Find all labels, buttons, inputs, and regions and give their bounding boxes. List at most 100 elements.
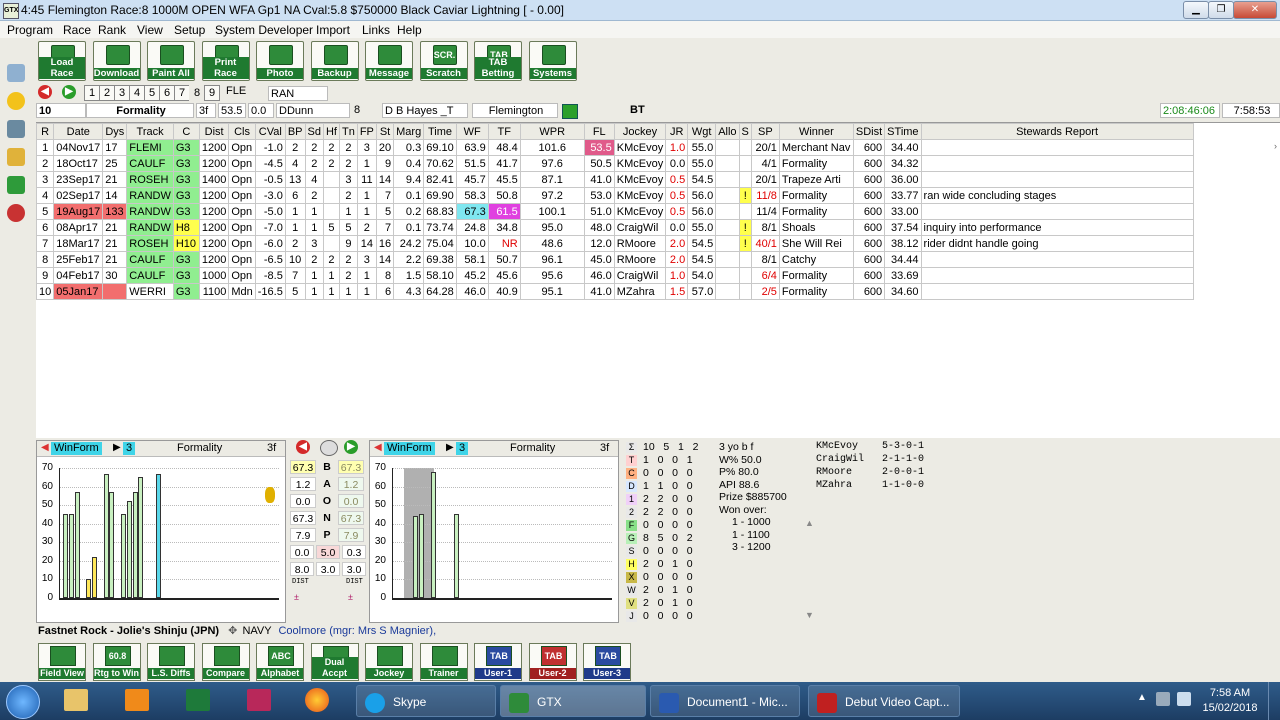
close-button[interactable]: ✕ [1233,1,1277,19]
taskbar-item[interactable]: GTX [500,685,646,717]
compare-prev-icon[interactable]: ◀ [296,440,310,454]
table-row[interactable]: 10 05Jan17 WERRI G3 1100 Mdn -16.5 5 1 1 1 1 6 4.3 64.… [35,283,1194,300]
load-race-button[interactable]: Load Race [38,41,86,81]
race-tab-5[interactable]: 5 [144,85,160,101]
download-button[interactable]: Download [92,41,141,81]
tray-expand-icon[interactable]: ▲ [1137,692,1147,703]
col-header-cls[interactable]: Cls [228,123,256,140]
target-icon[interactable] [7,204,25,222]
col-header-wf[interactable]: WF [455,123,489,140]
col-header-wgt[interactable]: Wgt [687,123,717,140]
network-icon[interactable] [1156,692,1170,706]
col-header-sp[interactable]: SP [750,123,780,140]
col-header-st[interactable]: St [375,123,395,140]
message-button[interactable]: Message [365,41,413,81]
table-row[interactable]: 2 18Oct17 25 CAULF G3 1200 Opn -4.5 4 2 2 2 1 9 0.4 70.… [35,155,1194,172]
col-header-marg[interactable]: Marg [393,123,425,140]
print-race-button[interactable]: Print Race [201,41,250,81]
table-row[interactable]: 9 04Feb17 30 CAULF G3 1000 Opn -8.5 7 1 1 2 1 8 1.5 58.… [35,267,1194,284]
col-header-sd[interactable]: Sd [304,123,324,140]
compare-next-icon[interactable]: ▶ [344,440,358,454]
race-tab-7[interactable]: 7 [174,85,190,101]
table-row[interactable]: 5 19Aug17 133 RANDW G3 1200 Opn -5.0 1 1 1 1 5 0.2 68.… [35,203,1194,220]
col-header-dys[interactable]: Dys [102,123,128,140]
backup-button[interactable]: Backup [310,41,359,81]
menu-links[interactable]: Links [362,23,390,37]
col-header-track[interactable]: Track [126,123,174,140]
panel-left-next-icon[interactable]: ▶ [113,442,121,453]
menu-view[interactable]: View [137,23,163,37]
scroll-up-icon[interactable]: ▲ [805,518,814,528]
menu-help[interactable]: Help [397,23,422,37]
rtg-to-win-button[interactable]: 60.8 Rtg to Win [92,643,141,681]
trainer-button[interactable]: Trainer [419,643,468,681]
col-header-wpr[interactable]: WPR [519,123,585,140]
col-header-stewards-report[interactable]: Stewards Report [920,123,1194,140]
col-header-winner[interactable]: Winner [778,123,854,140]
table-row[interactable]: 6 08Apr17 21 RANDW H8 1200 Opn -7.0 1 1 5 5 2 7 0.1 73.… [35,219,1194,236]
race-tab-6[interactable]: 6 [159,85,175,101]
col-header-tn[interactable]: Tn [338,123,358,140]
race-tab-4[interactable]: 4 [129,85,145,101]
photo-button[interactable]: Photo [256,41,304,81]
prev-race-icon[interactable]: ◀ [38,85,52,99]
menu-setup[interactable]: Setup [174,23,205,37]
col-header-dist[interactable]: Dist [198,123,230,140]
col-header-hf[interactable]: Hf [322,123,340,140]
menu-import[interactable]: Import [316,23,350,37]
col-header-bp[interactable]: BP [284,123,306,140]
ruler-icon[interactable] [7,148,25,166]
building-icon[interactable] [7,120,25,138]
maximize-button[interactable]: ❐ [1208,1,1234,19]
alphabet-button[interactable]: ABC Alphabet [256,643,304,681]
table-row[interactable]: 8 25Feb17 21 CAULF G3 1200 Opn -6.5 10 2 2 2 3 14 2.2 6… [35,251,1194,268]
menu-program[interactable]: Program [7,23,53,37]
excel-icon[interactable] [186,689,210,711]
race-tab-1[interactable]: 1 [84,85,100,101]
col-header-allo[interactable]: Allo [715,123,740,140]
table-row[interactable]: 7 18Mar17 21 ROSEH H10 1200 Opn -6.0 2 3 9 14 16 24.2… [35,235,1194,252]
col-header-sdist[interactable]: SDist [852,123,886,140]
user-2-button[interactable]: TAB User-2 [528,643,577,681]
dual-accpt-button[interactable]: Dual Accpt [310,643,359,681]
start-button-icon[interactable] [6,685,40,719]
compare-button[interactable]: Compare [201,643,250,681]
jockey-button[interactable]: Jockey [365,643,413,681]
show-desktop-button[interactable] [1268,682,1280,720]
panel-left-tab[interactable]: WinForm [51,442,102,455]
next-race-icon[interactable]: ▶ [62,85,76,99]
race-tab-2[interactable]: 2 [99,85,115,101]
paint-all-button[interactable]: Paint All [147,41,195,81]
col-header-jr[interactable]: JR [665,123,689,140]
panel-right-next-icon[interactable]: ▶ [446,442,454,453]
col-header-jockey[interactable]: Jockey [613,123,667,140]
tools-icon[interactable] [7,64,25,82]
tab-betting-button[interactable]: TAB TAB Betting [474,41,522,81]
menu-race[interactable]: Race [63,23,91,37]
race-tab-3[interactable]: 3 [114,85,130,101]
minimize-button[interactable]: ▁ [1183,1,1209,19]
scratch-button[interactable]: SCR. Scratch [419,41,468,81]
systems-button[interactable]: Systems [528,41,577,81]
explorer-icon[interactable] [64,689,88,711]
col-header-date[interactable]: Date [53,123,104,140]
taskbar-item[interactable]: Skype [356,685,496,717]
col-header-cval[interactable]: CVal [254,123,286,140]
col-header-tf[interactable]: TF [487,123,521,140]
col-header-fl[interactable]: FL [583,123,615,140]
col-header-time[interactable]: Time [423,123,457,140]
col-header-stime[interactable]: STime [884,123,922,140]
user-1-button[interactable]: TAB User-1 [474,643,522,681]
scroll-down-icon[interactable]: ▼ [805,610,814,620]
compare-swap-icon[interactable] [320,440,338,456]
refresh-icon[interactable] [7,176,25,194]
access-icon[interactable] [247,689,271,711]
l-s-diffs-button[interactable]: L.S. Diffs [147,643,195,681]
col-header-c[interactable]: C [172,123,200,140]
panel-left-prev-icon[interactable]: ◀ [41,442,49,453]
field-view-button[interactable]: Field View [38,643,86,681]
taskbar-item[interactable]: Debut Video Capt... [808,685,960,717]
user-3-button[interactable]: TAB User-3 [583,643,631,681]
panel-right-tab[interactable]: WinForm [384,442,435,455]
table-row[interactable]: 1 04Nov17 17 FLEMI G3 1200 Opn -1.0 2 2 2 2 3 20 0.3 69… [35,139,1194,156]
